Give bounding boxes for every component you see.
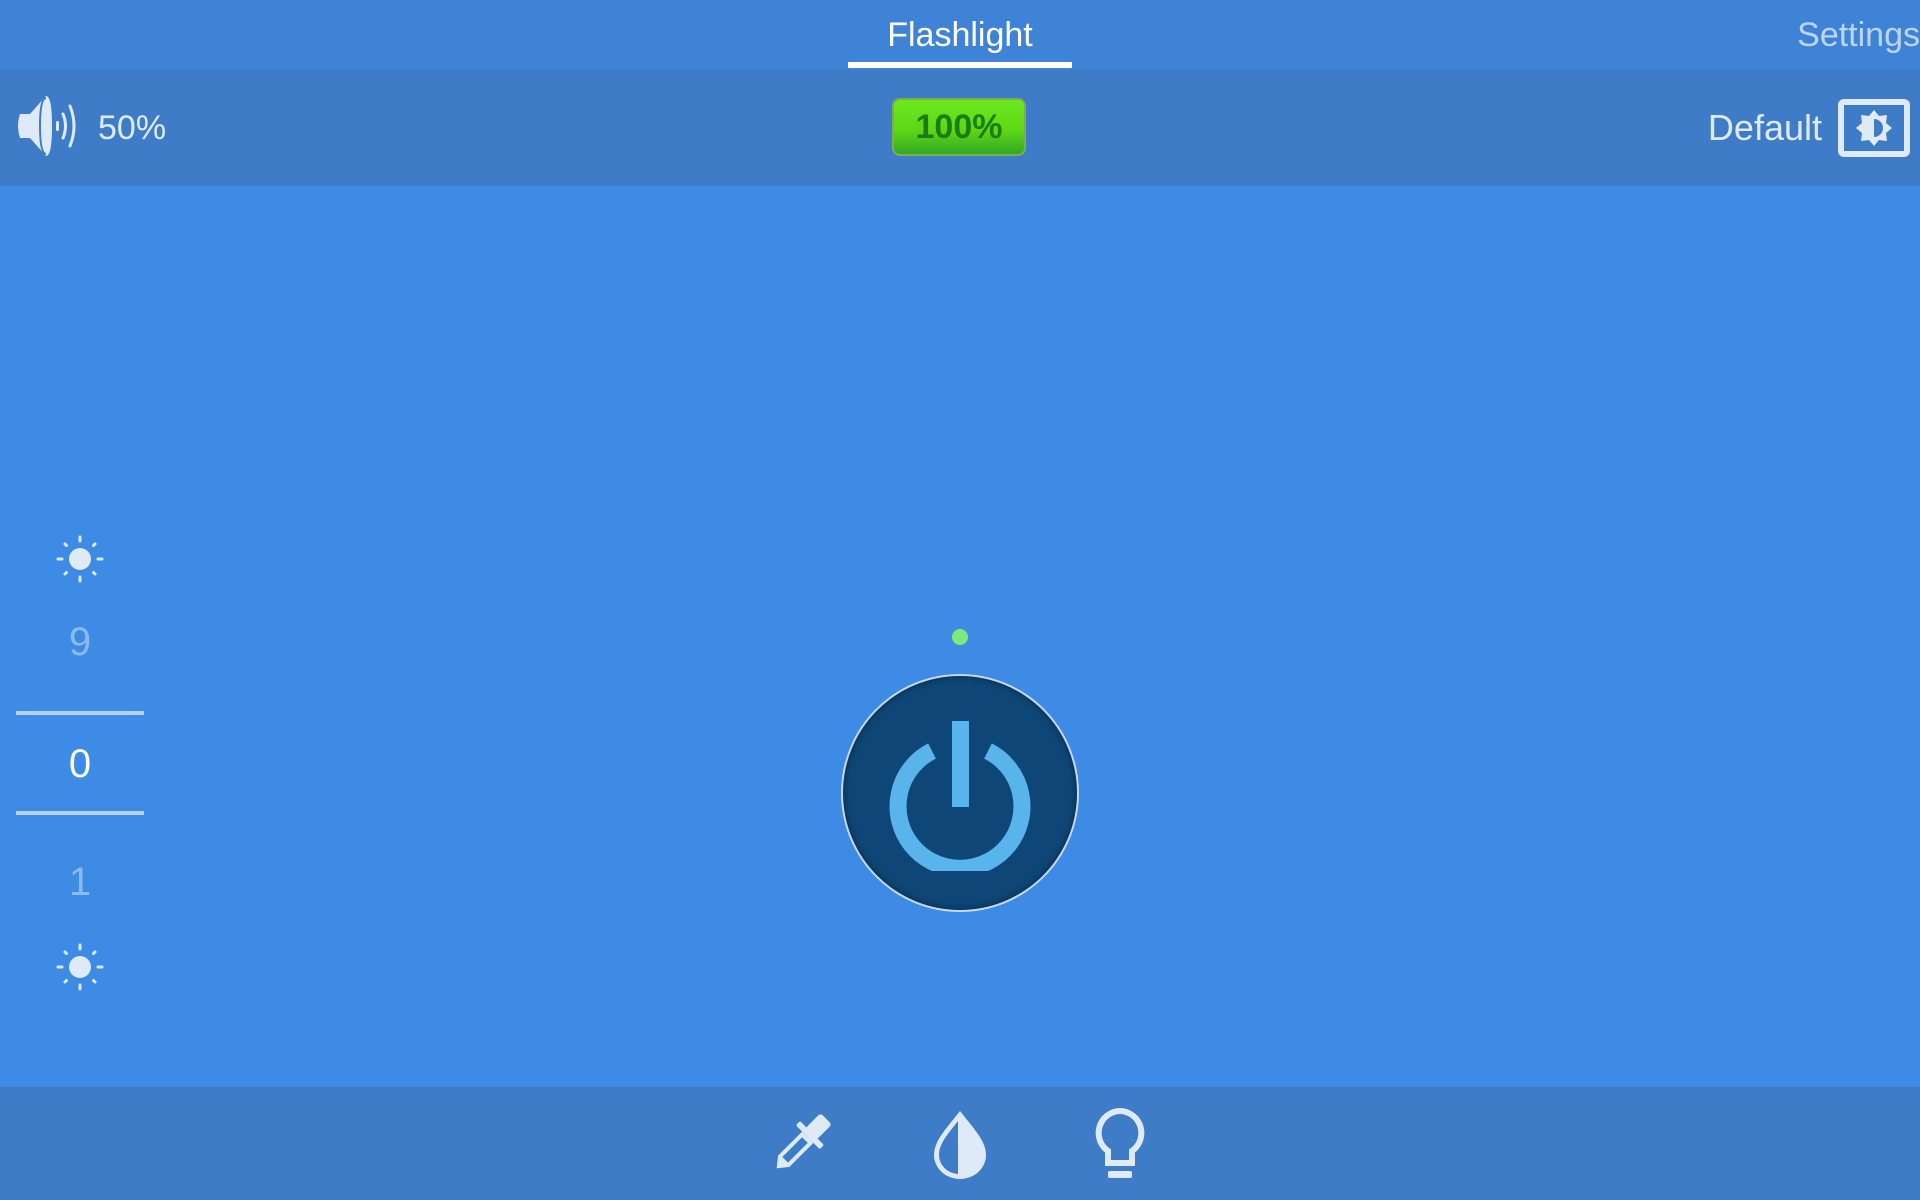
lightbulb-icon	[1092, 1107, 1148, 1188]
color-picker-button[interactable]	[760, 1107, 840, 1187]
color-mode-button[interactable]	[920, 1107, 1000, 1187]
picker-previous-value[interactable]: 9	[16, 620, 144, 665]
screen-mode-label: Default	[1707, 107, 1822, 148]
toolbar: 50% 100% Default	[0, 70, 1920, 186]
screen-mode-control[interactable]: Default	[1708, 94, 1910, 162]
screen-brightness-icon	[1838, 99, 1910, 157]
tab-flashlight-label: Flashlight	[887, 15, 1033, 54]
sun-icon[interactable]	[56, 943, 104, 991]
brightness-level-picker[interactable]: 9 0 1	[16, 520, 144, 1000]
status-indicator-dot	[952, 629, 968, 645]
tab-settings[interactable]: Settings	[1797, 0, 1920, 70]
eyedropper-icon	[765, 1110, 835, 1185]
battery-level-badge: 100%	[892, 98, 1026, 156]
bottom-bar	[0, 1087, 1920, 1200]
speaker-icon	[16, 94, 82, 163]
power-button[interactable]	[843, 676, 1077, 910]
sun-icon[interactable]	[56, 535, 104, 583]
volume-value: 50%	[98, 108, 167, 147]
picker-divider-bottom	[16, 811, 144, 815]
header-bar: Flashlight Settings	[0, 0, 1920, 70]
contrast-drop-icon	[928, 1109, 992, 1186]
picker-divider-top	[16, 711, 144, 715]
power-icon	[880, 711, 1040, 877]
light-mode-button[interactable]	[1080, 1107, 1160, 1187]
picker-selected-value[interactable]: 0	[16, 742, 144, 787]
picker-next-value[interactable]: 1	[16, 860, 144, 905]
active-tab-indicator	[848, 62, 1072, 68]
tab-flashlight[interactable]: Flashlight	[848, 0, 1072, 70]
tab-settings-label: Settings	[1797, 15, 1920, 54]
volume-control[interactable]: 50%	[16, 94, 166, 162]
